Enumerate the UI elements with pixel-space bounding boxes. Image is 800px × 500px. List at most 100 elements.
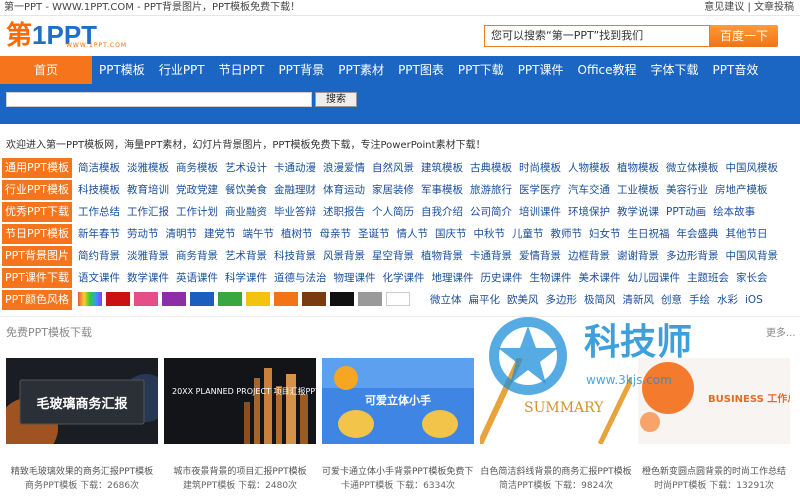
- category-link[interactable]: 边框背景: [568, 246, 610, 266]
- category-link[interactable]: 新年春节: [78, 224, 120, 244]
- category-link[interactable]: 自然风景: [372, 158, 414, 178]
- color-swatch[interactable]: [358, 292, 382, 306]
- color-swatch[interactable]: [246, 292, 270, 306]
- category-link[interactable]: 工作计划: [176, 202, 218, 222]
- template-card[interactable]: 20XX PLANNED PROJECT 项目汇报PPT模板 城市夜景背景的项目…: [164, 346, 316, 500]
- category-link[interactable]: 圣诞节: [358, 224, 390, 244]
- category-link[interactable]: 古典模板: [470, 158, 512, 178]
- category-link[interactable]: 医学医疗: [519, 180, 561, 200]
- category-link[interactable]: 绘本故事: [713, 202, 755, 222]
- category-link[interactable]: 儿童节: [512, 224, 544, 244]
- category-link[interactable]: 多边形背景: [666, 246, 719, 266]
- category-link[interactable]: 科技背景: [274, 246, 316, 266]
- category-link[interactable]: 语文课件: [78, 268, 120, 288]
- nav-item[interactable]: PPT背景: [271, 56, 331, 84]
- card-thumbnail[interactable]: 毛玻璃商务汇报: [6, 358, 158, 444]
- category-label[interactable]: 优秀PPT下载: [2, 202, 72, 222]
- category-link[interactable]: 环境保护: [568, 202, 610, 222]
- category-link[interactable]: 星空背景: [372, 246, 414, 266]
- category-link[interactable]: 毕业答辩: [274, 202, 316, 222]
- card-title[interactable]: 城市夜景背景的项目汇报PPT模板: [164, 464, 316, 477]
- category-link[interactable]: 美容行业: [666, 180, 708, 200]
- color-swatch[interactable]: [190, 292, 214, 306]
- color-swatch[interactable]: [134, 292, 158, 306]
- category-link[interactable]: 教育培训: [127, 180, 169, 200]
- category-link[interactable]: 端午节: [243, 224, 275, 244]
- category-link[interactable]: 母亲节: [320, 224, 352, 244]
- category-label[interactable]: PPT背景图片: [2, 246, 72, 266]
- category-link[interactable]: 爱情背景: [519, 246, 561, 266]
- nav-item[interactable]: PPT课件: [511, 56, 571, 84]
- category-link[interactable]: 教学说课: [617, 202, 659, 222]
- nav-item[interactable]: PPT音效: [706, 56, 766, 84]
- category-link[interactable]: 艺术背景: [225, 246, 267, 266]
- nav-item[interactable]: 节日PPT: [212, 56, 272, 84]
- category-link[interactable]: 微立体: [430, 290, 462, 310]
- nav-item[interactable]: 行业PPT: [152, 56, 212, 84]
- category-label[interactable]: PPT颜色风格: [2, 290, 72, 310]
- category-link[interactable]: 工作总结: [78, 202, 120, 222]
- category-link[interactable]: 体育运动: [323, 180, 365, 200]
- category-link[interactable]: 建党节: [204, 224, 236, 244]
- category-link[interactable]: 教师节: [551, 224, 583, 244]
- category-link[interactable]: 其他节日: [726, 224, 768, 244]
- color-swatch[interactable]: [162, 292, 186, 306]
- category-link[interactable]: 物理课件: [334, 268, 376, 288]
- category-link[interactable]: 幼儿园课件: [628, 268, 681, 288]
- card-title[interactable]: 可爱卡通立体小手背景PPT模板免费下载: [322, 464, 474, 477]
- category-link[interactable]: 述职报告: [323, 202, 365, 222]
- category-link[interactable]: 生日祝福: [628, 224, 670, 244]
- category-link[interactable]: 军事模板: [421, 180, 463, 200]
- category-link[interactable]: 中国风模板: [726, 158, 779, 178]
- category-link[interactable]: 化学课件: [383, 268, 425, 288]
- baidu-search-button[interactable]: 百度一下: [710, 25, 778, 47]
- category-link[interactable]: 植物背景: [421, 246, 463, 266]
- template-card[interactable]: 可爱立体小手 可爱卡通立体小手背景PPT模板免费下载 卡通PPT模板 下载：63…: [322, 346, 474, 500]
- category-link[interactable]: 中国风背景: [726, 246, 779, 266]
- nav-home[interactable]: 首页: [0, 56, 92, 84]
- category-link[interactable]: 道德与法治: [274, 268, 327, 288]
- nav-item[interactable]: Office教程: [571, 56, 644, 84]
- category-link[interactable]: 金融理财: [274, 180, 316, 200]
- nav-item[interactable]: PPT图表: [391, 56, 451, 84]
- category-link[interactable]: 中秋节: [474, 224, 506, 244]
- category-link[interactable]: 英语课件: [176, 268, 218, 288]
- category-link[interactable]: 卡通背景: [470, 246, 512, 266]
- category-link[interactable]: 公司简介: [470, 202, 512, 222]
- category-link[interactable]: 淡雅模板: [127, 158, 169, 178]
- category-link[interactable]: 清明节: [166, 224, 198, 244]
- category-link[interactable]: 浪漫爱情: [323, 158, 365, 178]
- color-swatch[interactable]: [330, 292, 354, 306]
- category-link[interactable]: 植物模板: [617, 158, 659, 178]
- category-link[interactable]: 淡雅背景: [127, 246, 169, 266]
- nav-item[interactable]: PPT模板: [92, 56, 152, 84]
- submit-article-link[interactable]: 文章投稿: [754, 2, 794, 13]
- category-link[interactable]: 妇女节: [589, 224, 621, 244]
- category-link[interactable]: 艺术设计: [225, 158, 267, 178]
- category-link[interactable]: 简洁模板: [78, 158, 120, 178]
- category-link[interactable]: 商务模板: [176, 158, 218, 178]
- category-link[interactable]: 家长会: [736, 268, 768, 288]
- feedback-link[interactable]: 意见建议: [704, 2, 744, 13]
- category-link[interactable]: 风景背景: [323, 246, 365, 266]
- color-swatch-rainbow[interactable]: [78, 292, 102, 306]
- baidu-search-input[interactable]: 您可以搜索“第一PPT”找到我们: [484, 25, 710, 47]
- category-link[interactable]: 美术课件: [579, 268, 621, 288]
- category-link[interactable]: 培训课件: [519, 202, 561, 222]
- category-label[interactable]: 通用PPT模板: [2, 158, 72, 178]
- category-link[interactable]: PPT动画: [666, 202, 706, 222]
- category-link[interactable]: 家居装修: [372, 180, 414, 200]
- category-link[interactable]: 数学课件: [127, 268, 169, 288]
- category-link[interactable]: 工业模板: [617, 180, 659, 200]
- card-title[interactable]: 精致毛玻璃效果的商务汇报PPT模板: [6, 464, 158, 477]
- color-swatch[interactable]: [106, 292, 130, 306]
- category-link[interactable]: 微立体模板: [666, 158, 719, 178]
- category-link[interactable]: 商业融资: [225, 202, 267, 222]
- category-link[interactable]: 房地产模板: [715, 180, 768, 200]
- nav-item[interactable]: 字体下载: [644, 56, 706, 84]
- site-search-button[interactable]: 搜索: [315, 92, 357, 107]
- card-title[interactable]: 白色简洁斜线背景的商务汇报PPT模板: [480, 464, 632, 477]
- category-link[interactable]: 旅游旅行: [470, 180, 512, 200]
- category-link[interactable]: 简约背景: [78, 246, 120, 266]
- category-link[interactable]: 科技模板: [78, 180, 120, 200]
